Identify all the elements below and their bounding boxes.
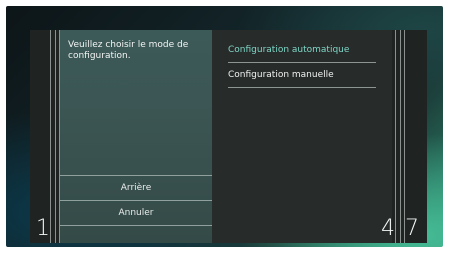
- menu-divider: [228, 62, 376, 63]
- tv-screen: Veuillez choisir le mode de configuratio…: [6, 6, 443, 247]
- cancel-button-label: Annuler: [118, 208, 154, 218]
- setup-dialog: Veuillez choisir le mode de configuratio…: [30, 30, 427, 243]
- right-frame-line: [404, 30, 405, 243]
- instruction-text: Veuillez choisir le mode de configuratio…: [68, 40, 189, 61]
- options-pane: Configuration automatique Configuration …: [212, 30, 392, 243]
- instruction-pane: Veuillez choisir le mode de configuratio…: [60, 30, 212, 243]
- step-indicator-left: 1: [36, 216, 50, 241]
- menu-item-label: Configuration automatique: [228, 45, 350, 55]
- divider: [60, 225, 212, 226]
- left-frame-line: [50, 30, 51, 243]
- menu-item-label: Configuration manuelle: [228, 70, 334, 80]
- right-frame-line: [395, 30, 396, 243]
- left-frame-line: [55, 30, 56, 243]
- menu-item-automatic-setup[interactable]: Configuration automatique: [228, 39, 376, 61]
- right-frame: [392, 30, 427, 243]
- step-indicator-right-b: 7: [405, 216, 419, 241]
- right-frame-line: [400, 30, 401, 243]
- step-indicator-right-a: 4: [381, 216, 395, 241]
- back-button-label: Arrière: [120, 183, 152, 193]
- back-button[interactable]: Arrière: [60, 176, 212, 200]
- cancel-button[interactable]: Annuler: [60, 201, 212, 225]
- menu-item-manual-setup[interactable]: Configuration manuelle: [228, 64, 376, 86]
- menu-divider: [228, 87, 376, 88]
